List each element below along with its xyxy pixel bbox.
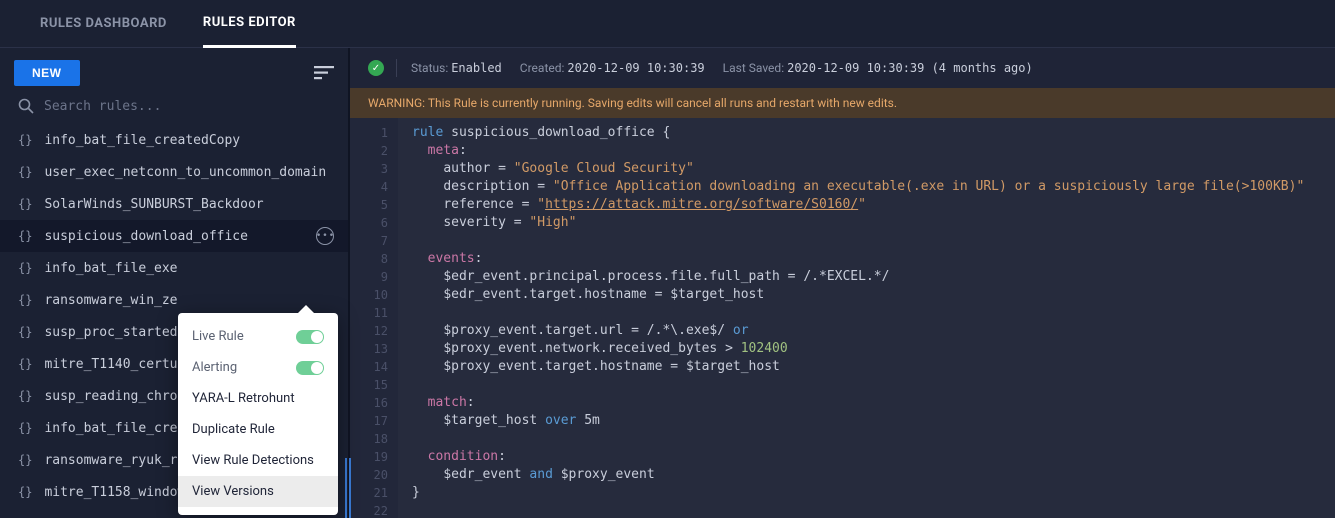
rule-icon: {}	[18, 389, 32, 403]
status-bar: ✓ Status: Enabled Created: 2020-12-09 10…	[350, 48, 1335, 88]
rule-icon: {}	[18, 357, 32, 371]
menu-view-detections[interactable]: View Rule Detections	[178, 445, 338, 476]
status-created: Created: 2020-12-09 10:30:39	[520, 61, 705, 75]
rule-icon: {}	[18, 261, 32, 275]
code-content[interactable]: rule suspicious_download_office { meta: …	[398, 118, 1335, 518]
rule-name: ransomware_win_ze	[44, 293, 334, 308]
rule-context-menu: Live Rule Alerting YARA-L Retrohunt Dupl…	[178, 313, 338, 515]
rule-icon: {}	[18, 197, 32, 211]
rule-icon: {}	[18, 453, 32, 467]
line-gutter: 12345678910111213141516171819202122	[350, 118, 398, 518]
alerting-toggle[interactable]	[296, 361, 324, 375]
status-ok-icon: ✓	[368, 60, 384, 76]
rule-item[interactable]: {} info_bat_file_createdCopy	[0, 124, 348, 156]
live-rule-toggle[interactable]	[296, 330, 324, 344]
pane-resize-handle[interactable]	[345, 458, 354, 518]
rule-icon: {}	[18, 165, 32, 179]
rule-name: info_bat_file_exe	[44, 261, 334, 276]
rule-icon: {}	[18, 229, 32, 243]
rule-name: user_exec_netconn_to_uncommon_domain	[44, 165, 334, 180]
tab-rules-editor[interactable]: RULES EDITOR	[203, 0, 296, 48]
live-rule-label: Live Rule	[192, 329, 244, 344]
rule-icon: {}	[18, 485, 32, 499]
live-rule-toggle-row: Live Rule	[178, 321, 338, 352]
status-last-saved: Last Saved: 2020-12-09 10:30:39 (4 month…	[723, 61, 1033, 75]
warning-banner: WARNING: This Rule is currently running.…	[350, 88, 1335, 118]
more-icon[interactable]: •••	[316, 227, 334, 245]
rule-item[interactable]: {} user_exec_netconn_to_uncommon_domain	[0, 156, 348, 188]
rule-icon: {}	[18, 325, 32, 339]
sidebar: NEW {} info_bat_file_createdCopy {} user_ex…	[0, 48, 350, 518]
status-enabled: Status: Enabled	[411, 61, 502, 75]
tab-rules-dashboard[interactable]: RULES DASHBOARD	[40, 0, 167, 48]
rule-item[interactable]: {} suspicious_download_office•••	[0, 220, 348, 252]
alerting-label: Alerting	[192, 360, 237, 375]
rule-item[interactable]: {} SolarWinds_SUNBURST_Backdoor	[0, 188, 348, 220]
rule-name: suspicious_download_office	[44, 229, 316, 244]
sort-icon[interactable]	[314, 63, 334, 83]
rule-item[interactable]: {} ransomware_win_ze	[0, 284, 348, 316]
tabs-header: RULES DASHBOARD RULES EDITOR	[0, 0, 1335, 48]
menu-retrohunt[interactable]: YARA-L Retrohunt	[178, 383, 338, 414]
menu-view-versions[interactable]: View Versions	[178, 476, 338, 507]
rule-name: info_bat_file_createdCopy	[44, 133, 334, 148]
menu-duplicate-rule[interactable]: Duplicate Rule	[178, 414, 338, 445]
rule-item[interactable]: {} info_bat_file_exe	[0, 252, 348, 284]
rule-icon: {}	[18, 133, 32, 147]
rule-icon: {}	[18, 421, 32, 435]
code-editor[interactable]: 12345678910111213141516171819202122 rule…	[350, 118, 1335, 518]
search-input[interactable]	[44, 99, 334, 114]
search-icon	[18, 98, 34, 114]
rule-name: SolarWinds_SUNBURST_Backdoor	[44, 197, 334, 212]
rule-icon: {}	[18, 293, 32, 307]
editor-pane: ✓ Status: Enabled Created: 2020-12-09 10…	[350, 48, 1335, 518]
alerting-toggle-row: Alerting	[178, 352, 338, 383]
new-button[interactable]: NEW	[14, 60, 80, 86]
